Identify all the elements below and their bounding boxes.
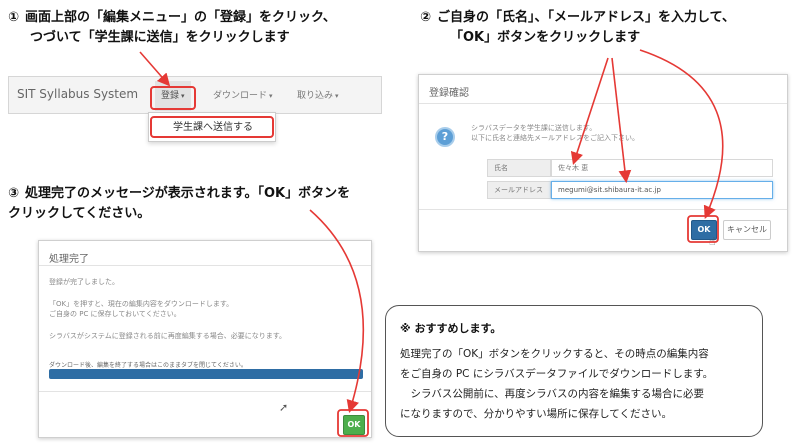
step2-arrow-name xyxy=(570,57,609,166)
step1-arrow xyxy=(139,51,171,87)
step2-arrow-ok xyxy=(639,49,724,219)
step2-arrow-email xyxy=(611,57,632,184)
step3-ok-highlight xyxy=(337,409,369,437)
step2-ok-highlight xyxy=(687,215,719,243)
annotation-arrows xyxy=(139,49,724,437)
step3-arrow xyxy=(309,209,365,414)
